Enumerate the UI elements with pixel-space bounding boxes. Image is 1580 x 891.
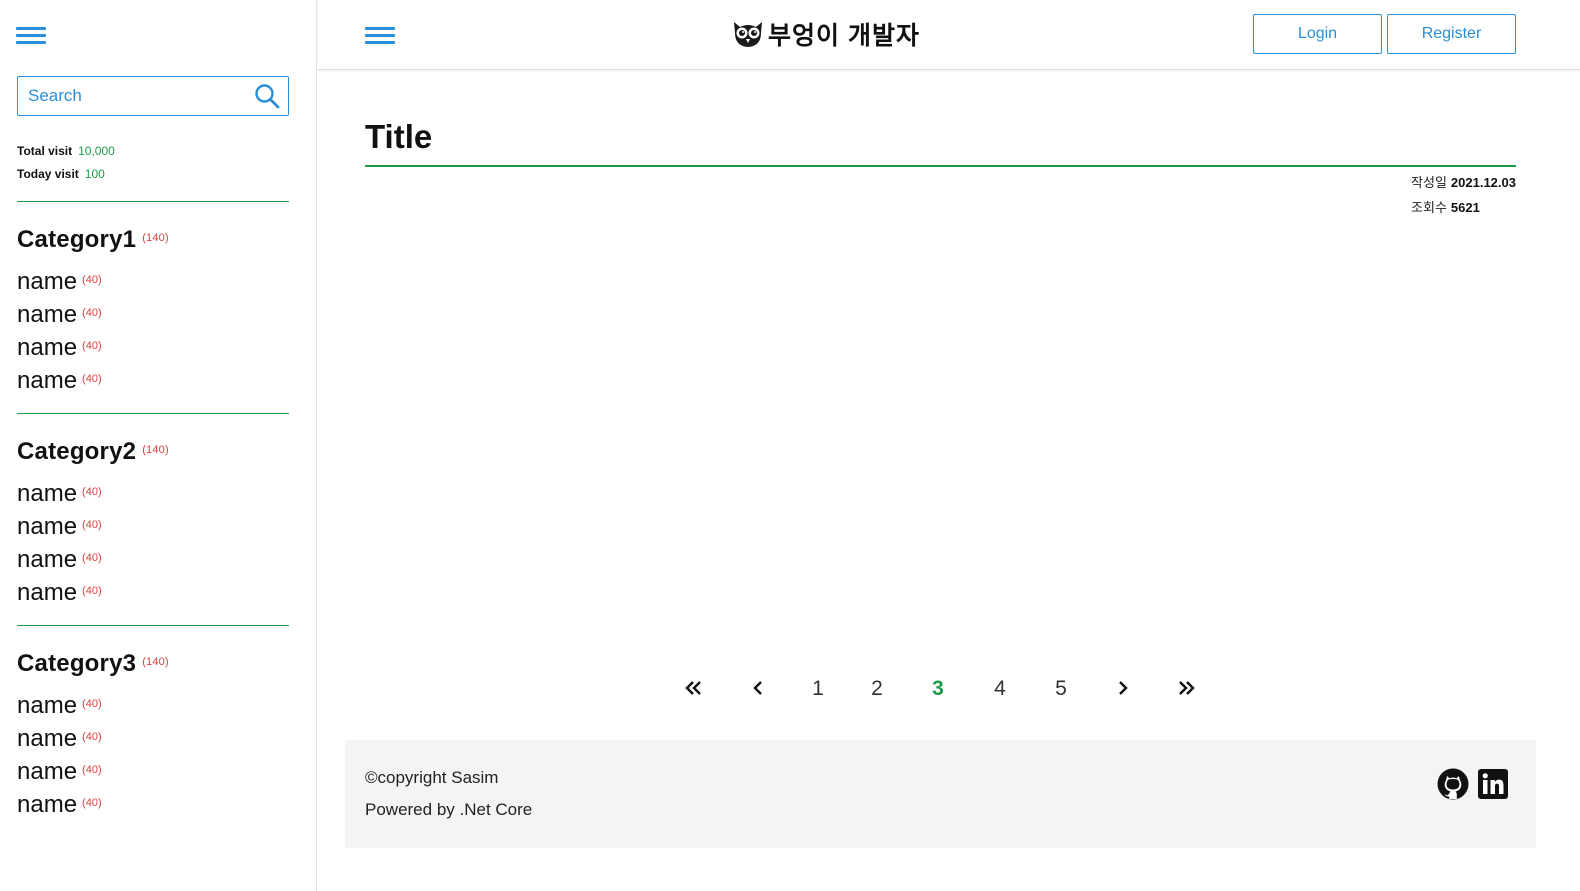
category-count: (140) bbox=[142, 232, 169, 244]
item-count: (40) bbox=[82, 274, 102, 286]
last-page-icon[interactable] bbox=[1168, 674, 1204, 704]
category-count: (140) bbox=[142, 444, 169, 456]
item-count: (40) bbox=[82, 585, 102, 597]
brand-link[interactable]: 부엉이 개발자 bbox=[732, 16, 920, 52]
page-number[interactable]: 2 bbox=[859, 674, 895, 704]
top-header: 부엉이 개발자 Login Register bbox=[318, 0, 1580, 70]
category-item[interactable]: name (40) bbox=[17, 758, 102, 786]
category-title[interactable]: Category2 (140) bbox=[17, 438, 169, 466]
date-value: 2021.12.03 bbox=[1450, 175, 1516, 190]
category-title[interactable]: Category1 (140) bbox=[17, 226, 169, 254]
page-number[interactable]: 1 bbox=[800, 674, 836, 704]
today-visit-label: Today visit bbox=[17, 167, 79, 181]
sidebar: Total visit 10,000 Today visit 100 Categor… bbox=[0, 0, 317, 891]
next-page-icon[interactable] bbox=[1105, 674, 1141, 704]
brand-title: 부엉이 개발자 bbox=[768, 22, 920, 50]
footer: ©copyright Sasim Powered by .Net Core bbox=[345, 740, 1536, 848]
register-button[interactable]: Register bbox=[1387, 14, 1516, 54]
item-count: (40) bbox=[82, 307, 102, 319]
search-input[interactable] bbox=[18, 77, 248, 115]
page-number[interactable]: 5 bbox=[1043, 674, 1079, 704]
item-count: (40) bbox=[82, 731, 102, 743]
category-item[interactable]: name (40) bbox=[17, 334, 102, 362]
category-item[interactable]: name (40) bbox=[17, 513, 102, 541]
item-count: (40) bbox=[82, 519, 102, 531]
category-divider bbox=[17, 625, 289, 626]
category-item[interactable]: name (40) bbox=[17, 268, 102, 296]
page-number-current[interactable]: 3 bbox=[920, 674, 956, 704]
category-divider bbox=[17, 201, 289, 202]
date-label: 작성일 bbox=[1411, 175, 1447, 190]
views-label: 조회수 bbox=[1411, 200, 1447, 215]
copyright-text: ©copyright Sasim bbox=[365, 768, 499, 787]
prev-page-icon[interactable] bbox=[740, 674, 776, 704]
item-count: (40) bbox=[82, 552, 102, 564]
login-button[interactable]: Login bbox=[1253, 14, 1382, 54]
post-meta: 작성일 2021.12.03 조회수 5621 bbox=[1411, 174, 1516, 224]
item-count: (40) bbox=[82, 340, 102, 352]
linkedin-icon[interactable] bbox=[1477, 768, 1509, 800]
item-count: (40) bbox=[82, 698, 102, 710]
visit-stats: Total visit 10,000 Today visit 100 bbox=[17, 143, 115, 189]
category-item[interactable]: name (40) bbox=[17, 301, 102, 329]
sidebar-menu-icon[interactable] bbox=[16, 24, 46, 46]
category-item[interactable]: name (40) bbox=[17, 692, 102, 720]
post-title: Title bbox=[365, 118, 433, 155]
item-count: (40) bbox=[82, 486, 102, 498]
views-value: 5621 bbox=[1450, 200, 1480, 215]
page-number[interactable]: 4 bbox=[982, 674, 1018, 704]
owl-logo-icon bbox=[734, 22, 762, 47]
category-item[interactable]: name (40) bbox=[17, 579, 102, 607]
category-item[interactable]: name (40) bbox=[17, 725, 102, 753]
title-divider bbox=[365, 165, 1516, 167]
main-menu-icon[interactable] bbox=[365, 24, 395, 46]
category-item[interactable]: name (40) bbox=[17, 546, 102, 574]
search-icon[interactable] bbox=[254, 83, 280, 109]
today-visit-value: 100 bbox=[84, 167, 105, 181]
category-item[interactable]: name (40) bbox=[17, 367, 102, 395]
item-count: (40) bbox=[82, 764, 102, 776]
search-box bbox=[17, 76, 289, 116]
github-icon[interactable] bbox=[1437, 768, 1469, 800]
item-count: (40) bbox=[82, 373, 102, 385]
total-visit-value: 10,000 bbox=[78, 144, 115, 158]
total-visit-label: Total visit bbox=[17, 144, 73, 158]
category-item[interactable]: name (40) bbox=[17, 480, 102, 508]
item-count: (40) bbox=[82, 797, 102, 809]
category-divider bbox=[17, 413, 289, 414]
category-title[interactable]: Category3 (140) bbox=[17, 650, 169, 678]
category-count: (140) bbox=[142, 656, 169, 668]
first-page-icon[interactable] bbox=[676, 674, 712, 704]
category-item[interactable]: name (40) bbox=[17, 791, 102, 819]
powered-by-text: Powered by .Net Core bbox=[365, 800, 533, 819]
